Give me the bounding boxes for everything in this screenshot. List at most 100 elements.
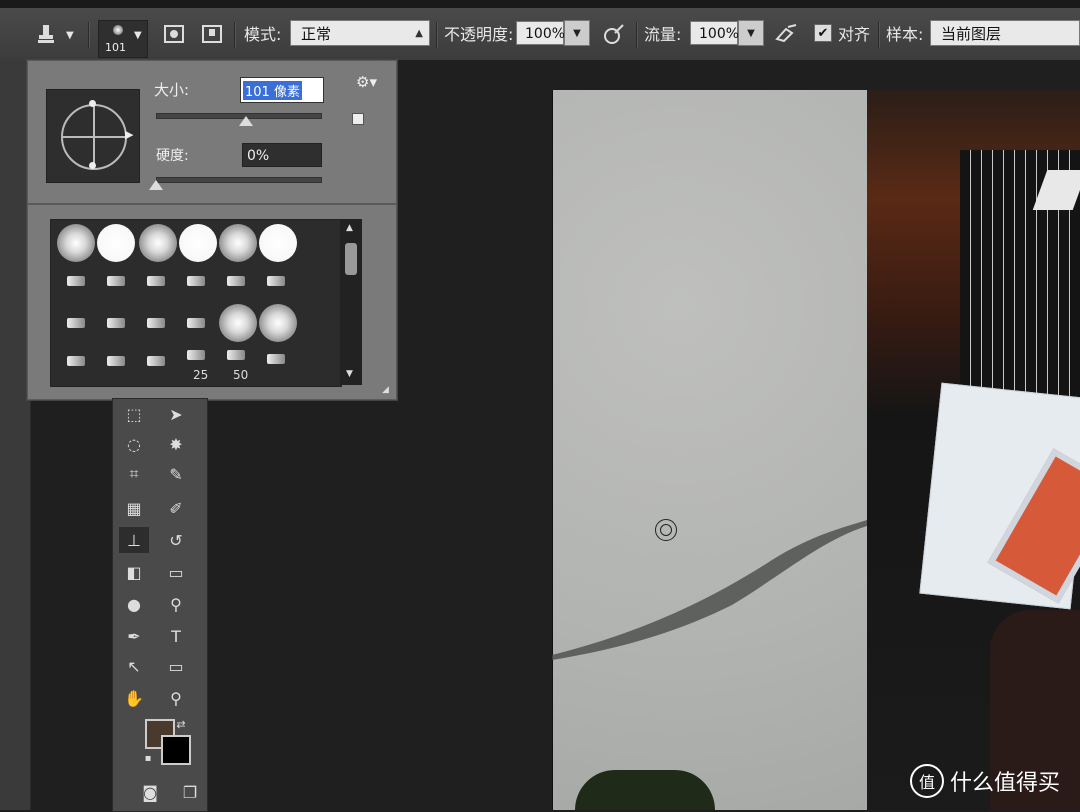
rectangle-tool-icon[interactable]: ▭ <box>161 653 191 679</box>
hardness-input[interactable]: 0% <box>242 143 322 167</box>
size-slider-thumb[interactable] <box>239 116 254 126</box>
separator <box>234 22 236 48</box>
angle-arrow-icon[interactable]: ▶ <box>125 128 133 141</box>
opacity-input[interactable]: 100% <box>516 21 565 45</box>
magic-wand-tool-icon[interactable]: ✸ <box>161 431 191 457</box>
hardness-slider-thumb[interactable] <box>149 180 163 190</box>
preset-brush-tip[interactable] <box>227 276 245 286</box>
airbrush-icon[interactable] <box>772 20 800 48</box>
history-brush-tool-icon[interactable]: ↺ <box>161 527 191 553</box>
scroll-thumb[interactable] <box>345 243 357 275</box>
opacity-pressure-icon[interactable] <box>600 20 628 48</box>
tool-preset-dropdown-arrow[interactable]: ▼ <box>66 30 74 41</box>
preset-size-label: 50 <box>233 368 249 382</box>
zoom-tool-icon[interactable]: ⚲ <box>161 685 191 711</box>
clone-source-cursor <box>655 519 677 541</box>
preset-brush-tip[interactable] <box>147 356 165 366</box>
eraser-tool-icon[interactable]: ◧ <box>119 559 149 585</box>
watermark-text: 什么值得买 <box>950 771 1061 796</box>
preset-brush-tip[interactable] <box>267 354 285 364</box>
mode-select[interactable]: 正常 ▲ <box>290 20 430 46</box>
path-selection-tool-icon[interactable]: ↖ <box>119 653 149 679</box>
eyedropper-tool-icon[interactable]: ✎ <box>161 461 191 487</box>
brush-picker-arrow[interactable]: ▼ <box>134 30 142 41</box>
preset-hard-round[interactable] <box>179 224 217 262</box>
preset-hard-round[interactable] <box>259 224 297 262</box>
preset-brush-tip[interactable] <box>267 276 285 286</box>
flow-input[interactable]: 100% <box>690 21 739 45</box>
flow-label: 流量: <box>644 25 682 44</box>
size-input[interactable]: 101 像素 <box>240 77 324 103</box>
healing-brush-tool-icon[interactable]: ▦ <box>119 495 149 521</box>
gear-icon[interactable]: ⚙▾ <box>356 73 377 91</box>
document-canvas[interactable] <box>552 90 868 810</box>
lasso-tool-icon[interactable]: ◌ <box>119 431 149 457</box>
align-checkbox-group[interactable]: ✔ 对齐 <box>814 18 870 48</box>
scroll-down-arrow[interactable]: ▼ <box>346 369 353 379</box>
hardness-label: 硬度: <box>156 148 189 164</box>
dodge-tool-icon[interactable]: ⚲ <box>161 591 191 617</box>
align-label: 对齐 <box>838 25 871 44</box>
preset-brush-tip[interactable] <box>187 318 205 328</box>
brush-angle-preview[interactable]: ▶ <box>46 89 140 183</box>
hand-tool-icon[interactable]: ✋ <box>119 685 149 711</box>
preset-brush-tip[interactable] <box>187 350 205 360</box>
options-bar: ▼ 101 ▼ 模式: 正常 ▲ 不透明度: 100% ▼ 流量: 100% ▼ … <box>0 8 1080 61</box>
preset-brush-tip[interactable] <box>107 356 125 366</box>
preset-scrollbar[interactable]: ▲ ▼ <box>340 219 362 385</box>
preset-brush-tip[interactable] <box>107 276 125 286</box>
default-colors-icon[interactable]: ▪ <box>141 751 155 765</box>
brush-stroke-mark <box>552 520 867 660</box>
preset-brush-tip[interactable] <box>227 350 245 360</box>
gradient-tool-icon[interactable]: ▭ <box>161 559 191 585</box>
preset-brush-tip[interactable] <box>67 356 85 366</box>
marquee-tool-icon[interactable]: ⬚ <box>119 401 149 427</box>
type-tool-icon[interactable]: T <box>161 623 191 649</box>
brush-tip-icon <box>113 25 123 35</box>
opacity-dropdown-button[interactable]: ▼ <box>564 20 590 46</box>
brush-roundness-circle <box>61 104 127 170</box>
preset-brush-tip[interactable] <box>187 276 205 286</box>
size-input-value: 101 像素 <box>243 81 302 100</box>
sample-label: 样本: <box>886 25 924 44</box>
hardness-slider[interactable] <box>156 177 322 183</box>
toggle-brush-panel-icon[interactable] <box>160 20 188 48</box>
swap-colors-icon[interactable]: ⇄ <box>173 717 189 731</box>
preset-soft-round[interactable] <box>57 224 95 262</box>
align-checkbox[interactable]: ✔ <box>814 24 832 42</box>
quick-mask-icon[interactable]: ◙ <box>135 779 165 805</box>
brush-tool-icon[interactable]: ✐ <box>161 495 191 521</box>
preset-size-label: 25 <box>193 368 209 382</box>
preset-brush-tip[interactable] <box>67 276 85 286</box>
preset-brush-tip[interactable] <box>67 318 85 328</box>
preset-soft-round[interactable] <box>219 224 257 262</box>
preset-hard-round[interactable] <box>97 224 135 262</box>
flow-dropdown-button[interactable]: ▼ <box>738 20 764 46</box>
pen-tool-icon[interactable]: ✒ <box>119 623 149 649</box>
roundness-handle-top[interactable] <box>89 100 96 107</box>
watermark-logo: 值 <box>910 764 944 798</box>
background-color-swatch[interactable] <box>161 735 191 765</box>
screen-mode-icon[interactable]: ❐ <box>175 779 205 805</box>
separator <box>88 22 90 48</box>
blur-tool-icon[interactable]: ● <box>119 591 149 617</box>
sample-select[interactable]: 当前图层 <box>930 20 1080 46</box>
scroll-up-arrow[interactable]: ▲ <box>346 223 353 233</box>
size-label: 大小: <box>154 81 190 99</box>
crop-tool-icon[interactable]: ⌗ <box>119 461 149 487</box>
resize-grip[interactable]: ◢ <box>382 385 389 395</box>
separator <box>636 22 638 48</box>
clone-source-panel-icon[interactable] <box>198 20 226 48</box>
roundness-handle-bottom[interactable] <box>89 162 96 169</box>
clone-stamp-tool-icon[interactable] <box>32 20 60 48</box>
new-preset-icon[interactable] <box>352 113 364 125</box>
preset-soft-round[interactable] <box>139 224 177 262</box>
move-tool-icon[interactable]: ➤ <box>161 401 191 427</box>
brush-size-readout: 101 <box>105 41 126 54</box>
preset-soft-round[interactable] <box>259 304 297 342</box>
preset-soft-round[interactable] <box>219 304 257 342</box>
preset-brush-tip[interactable] <box>147 276 165 286</box>
clone-stamp-tool-icon[interactable]: ⊥ <box>119 527 149 553</box>
preset-brush-tip[interactable] <box>147 318 165 328</box>
preset-brush-tip[interactable] <box>107 318 125 328</box>
